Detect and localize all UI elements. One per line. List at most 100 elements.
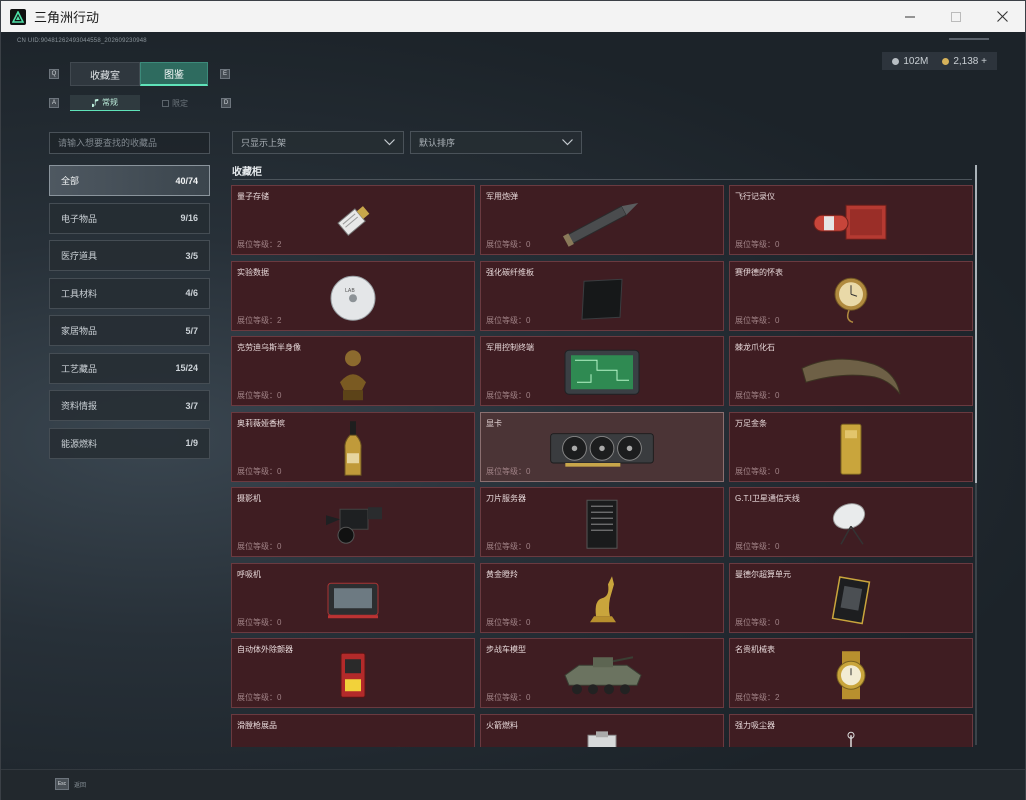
title-bar: 三角洲行动	[1, 1, 1025, 32]
key-e-icon: E	[220, 69, 230, 79]
card-level-label: 展位等级：	[735, 315, 775, 325]
category-electronics[interactable]: 电子物品 9/16	[49, 202, 210, 234]
collection-grid: 量子存储 展位等级：2 军用炮弹 展位等级：0 飞行记录仪 展位等级：0 实验数据 LAB 展位…	[231, 185, 973, 747]
card-level-value: 0	[526, 315, 531, 325]
category-household[interactable]: 家居物品 5/7	[49, 315, 210, 346]
card-level-value: 0	[775, 391, 780, 400]
card-level-label: 展位等级：	[486, 240, 526, 249]
card-name: 曼德尔超算单元	[735, 569, 791, 579]
collection-card[interactable]: 军用炮弹 展位等级：0	[480, 185, 724, 255]
card-level-value: 0	[526, 542, 531, 551]
card-level-label: 展位等级：	[486, 542, 526, 551]
collection-card[interactable]: 曼德尔超算单元 展位等级：0	[729, 562, 973, 633]
gold-gazelle-icon	[547, 572, 657, 628]
card-level-value: 0	[526, 240, 531, 249]
category-crafts[interactable]: 工艺藏品 15/24	[49, 352, 210, 384]
card-name: 奥莉薇娅香槟	[237, 418, 285, 428]
card-level-label: 展位等级：	[486, 466, 526, 476]
category-medical[interactable]: 医疗道具 3/5	[49, 240, 210, 271]
card-level: 展位等级：2	[237, 239, 281, 250]
card-level-value: 0	[526, 617, 531, 627]
collection-card[interactable]: 奥莉薇娅香槟 展位等级：0	[231, 411, 475, 482]
card-name: 黄金瞪羚	[486, 569, 518, 579]
minimize-button[interactable]	[887, 1, 933, 32]
collection-card[interactable]: G.T.I卫星通信天线 展位等级：0	[729, 487, 973, 557]
collection-card[interactable]: 黄金瞪羚 展位等级：0	[480, 562, 724, 633]
card-level-value: 2	[775, 693, 780, 702]
collection-card[interactable]: 万足金条 展位等级：0	[729, 411, 973, 482]
sort-dropdown[interactable]: 默认排序	[410, 131, 582, 154]
collection-card[interactable]: 刀片服务器展位等级：0	[480, 487, 724, 557]
card-name: 赛伊德的怀表	[735, 267, 783, 277]
gold-coin-icon	[942, 57, 950, 65]
compute-unit-icon	[796, 572, 906, 628]
gold-bar-icon	[796, 421, 906, 477]
category-all[interactable]: 全部 40/74	[49, 165, 210, 196]
category-intel[interactable]: 资料情报 3/7	[49, 390, 210, 421]
card-name: 刀片服务器	[486, 494, 526, 503]
card-name: 摄影机	[237, 494, 261, 503]
subtab-normal[interactable]: 常规	[70, 95, 140, 111]
card-level-label: 展位等级：	[735, 693, 775, 702]
card-level: 展位等级：2	[237, 315, 281, 326]
maximize-button[interactable]	[933, 1, 979, 32]
pocket-watch-icon	[796, 270, 906, 326]
collection-card[interactable]: 名贵机械表 展位等级：2	[729, 638, 973, 708]
card-level-label: 展位等级：	[486, 391, 526, 400]
collection-card[interactable]: 克劳迪乌斯半身像 展位等级：0	[231, 336, 475, 406]
esc-key-icon[interactable]: Esc	[55, 778, 69, 790]
champagne-icon	[298, 420, 408, 477]
collection-card[interactable]: 实验数据 LAB 展位等级：2	[231, 260, 475, 331]
fuel-can-icon	[547, 723, 657, 747]
tab-catalog[interactable]: 图鉴	[140, 62, 208, 86]
tab-collection-room[interactable]: 收藏室	[70, 62, 140, 86]
card-level: 展位等级：0	[735, 390, 779, 401]
collection-card[interactable]: 自动体外除颤器 展位等级：0	[231, 638, 475, 708]
currency-b[interactable]: 2,138 +	[942, 56, 987, 67]
card-level-label: 展位等级：	[735, 240, 775, 249]
card-name: 呼吸机	[237, 569, 261, 579]
scrollbar-thumb[interactable]	[975, 165, 977, 483]
chevron-down-icon	[562, 139, 573, 146]
shelf-filter-dropdown[interactable]: 只显示上架	[232, 131, 404, 154]
card-level-value: 0	[277, 693, 282, 702]
collection-card[interactable]: 步战车模型 展位等级：0	[480, 638, 724, 708]
collection-grid-viewport: 量子存储 展位等级：2 军用炮弹 展位等级：0 飞行记录仪 展位等级：0 实验数据 LAB 展位…	[231, 185, 973, 747]
collection-card[interactable]: 摄影机 展位等级：0	[231, 487, 475, 557]
search-input[interactable]	[49, 132, 210, 154]
musket-icon	[298, 723, 408, 747]
collection-card[interactable]: 飞行记录仪 展位等级：0	[729, 185, 973, 255]
collection-card[interactable]: 强力吸尘器	[729, 713, 973, 747]
collection-card[interactable]: 棘龙爪化石 展位等级：0	[729, 336, 973, 406]
subtab-limited[interactable]: 限定	[140, 95, 210, 111]
collection-card[interactable]: 显卡 展位等级：0	[480, 411, 724, 482]
defibrillator-icon	[298, 647, 408, 703]
collection-card[interactable]: 火箭燃料	[480, 713, 724, 747]
card-level-value: 0	[775, 240, 780, 249]
card-level-label: 展位等级：	[735, 466, 775, 476]
collection-card[interactable]: 滑膛枪展品	[231, 713, 475, 747]
card-level-value: 0	[277, 391, 282, 400]
silver-coin-icon	[892, 57, 900, 65]
card-level-value: 2	[277, 240, 282, 249]
collection-card[interactable]: 军用控制终端 展位等级：0	[480, 336, 724, 406]
blade-server-icon	[547, 496, 657, 552]
key-a-icon: A	[49, 98, 59, 108]
collection-card[interactable]: 量子存储 展位等级：2	[231, 185, 475, 255]
collection-card[interactable]: 强化碳纤维板 展位等级：0	[480, 260, 724, 331]
card-level: 展位等级：0	[735, 239, 779, 250]
card-level-label: 展位等级：	[735, 617, 775, 627]
category-tools[interactable]: 工具材料 4/6	[49, 277, 210, 309]
card-name: 步战车模型	[486, 645, 526, 654]
svg-text:LAB: LAB	[345, 288, 355, 294]
collection-card[interactable]: 呼吸机 展位等级：0	[231, 562, 475, 633]
card-level: 展位等级：0	[486, 315, 530, 326]
card-level: 展位等级：0	[735, 617, 779, 628]
card-level: 展位等级：0	[237, 692, 281, 703]
category-energy[interactable]: 能源燃料 1/9	[49, 427, 210, 459]
card-level: 展位等级：0	[735, 466, 779, 477]
back-label[interactable]: 返回	[74, 780, 86, 789]
card-level-value: 2	[277, 315, 282, 325]
close-button[interactable]	[979, 1, 1025, 32]
collection-card[interactable]: 赛伊德的怀表 展位等级：0	[729, 260, 973, 331]
